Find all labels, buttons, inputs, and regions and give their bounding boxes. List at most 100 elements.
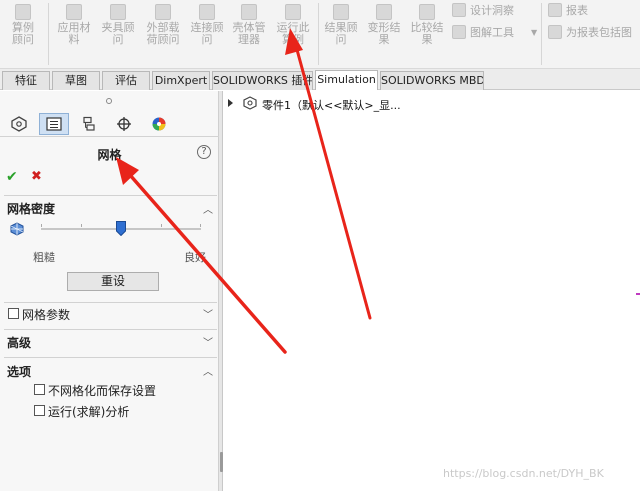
- run-analysis-label: 运行(求解)分析: [48, 405, 130, 419]
- fine-label: 良好: [184, 251, 206, 264]
- ribbon-separator: [48, 3, 49, 65]
- mesh-density-slider-thumb[interactable]: [116, 221, 126, 236]
- chevron-down-icon[interactable]: ﹀: [203, 306, 213, 321]
- mesh-density-header[interactable]: 网格密度: [7, 200, 55, 217]
- panel-header: [0, 91, 219, 111]
- command-ribbon: 算例顾问 应用材料 夹具顾问 外部载荷顾问 连接顾问 壳体管理器 运行此算例 结…: [0, 0, 640, 69]
- help-icon[interactable]: ?: [197, 145, 211, 159]
- cancel-x-icon[interactable]: ✖: [31, 169, 42, 184]
- tab-features[interactable]: 特征: [2, 71, 50, 90]
- external-loads-advisor-label: 外部载荷顾问: [146, 21, 180, 46]
- section-divider: [4, 195, 217, 196]
- ribbon-separator: [318, 3, 319, 65]
- external-loads-advisor-icon: [155, 4, 171, 20]
- shell-manager-icon: [241, 4, 257, 20]
- study-advisor-label: 算例顾问: [12, 21, 34, 46]
- run-analysis-checkbox[interactable]: [34, 405, 45, 416]
- ribbon-separator: [541, 3, 542, 65]
- save-without-meshing-checkbox[interactable]: [34, 384, 45, 395]
- design-insight-icon: [452, 3, 466, 17]
- coarse-label: 粗糙: [33, 251, 55, 264]
- feature-manager-tab[interactable]: [4, 113, 34, 135]
- run-study-label: 运行此算例: [276, 21, 310, 46]
- crosshair-icon: [117, 117, 131, 131]
- panel-pin-icon[interactable]: [106, 98, 112, 104]
- deformed-result-label: 变形结果: [367, 21, 401, 46]
- external-loads-advisor-button[interactable]: 外部载荷顾问: [142, 4, 184, 46]
- results-advisor-label: 结果顾问: [324, 21, 358, 46]
- fixtures-advisor-button[interactable]: 夹具顾问: [98, 4, 138, 46]
- include-image-label: 为报表包括图: [566, 26, 632, 39]
- advanced-header[interactable]: 高级: [7, 334, 31, 351]
- property-manager-tab[interactable]: [39, 113, 69, 135]
- report-button[interactable]: 报表: [548, 2, 588, 20]
- graphics-edge-marker: [636, 293, 640, 295]
- configuration-icon: [83, 116, 95, 131]
- slider-tick: [41, 224, 42, 227]
- mesh-property-manager: 网格 ? ✔ ✖ 网格密度 ︿ 粗糙 良好 重设 网格参数 ﹀ 高级 ﹀ 选项 …: [0, 91, 219, 491]
- compare-results-button[interactable]: 比较结果: [408, 4, 446, 46]
- mesh-params-label: 网格参数: [22, 308, 71, 322]
- section-divider: [4, 357, 217, 358]
- panel-splitter[interactable]: [219, 91, 223, 491]
- part-icon: [243, 96, 257, 110]
- color-wheel-icon: [152, 117, 166, 131]
- connections-advisor-label: 连接顾问: [190, 21, 224, 46]
- shell-manager-button[interactable]: 壳体管理器: [229, 4, 269, 46]
- study-advisor-icon: [15, 4, 31, 20]
- tab-evaluate[interactable]: 评估: [102, 71, 150, 90]
- report-icon: [548, 3, 562, 17]
- deformed-result-button[interactable]: 变形结果: [364, 4, 404, 46]
- plot-tools-icon: [452, 25, 466, 39]
- slider-tick: [161, 224, 162, 227]
- chevron-up-icon[interactable]: ︿: [203, 201, 213, 216]
- splitter-grip[interactable]: [220, 452, 223, 472]
- results-advisor-icon: [333, 4, 349, 20]
- command-manager-tabs: 特征 草图 评估 DimXpert SOLIDWORKS 插件 Simulati…: [0, 69, 640, 90]
- flyout-feature-tree: 零件1（默认<<默认>_显...: [224, 94, 634, 114]
- ok-checkmark-icon[interactable]: ✔: [6, 169, 18, 185]
- tab-solidworks-addins[interactable]: SOLIDWORKS 插件: [212, 71, 313, 90]
- apply-material-icon: [66, 4, 82, 20]
- results-advisor-button[interactable]: 结果顾问: [322, 4, 360, 46]
- section-divider: [4, 302, 217, 303]
- tab-dimxpert[interactable]: DimXpert: [152, 71, 210, 90]
- watermark: https://blog.csdn.net/DYH_BK: [443, 467, 604, 480]
- chevron-down-icon[interactable]: ﹀: [203, 334, 213, 349]
- tab-solidworks-mbd[interactable]: SOLIDWORKS MBD: [380, 71, 484, 90]
- expand-arrow-icon[interactable]: [228, 99, 233, 107]
- apply-material-button[interactable]: 应用材料: [54, 4, 94, 46]
- chevron-up-icon[interactable]: ︿: [203, 363, 213, 378]
- run-study-icon: [285, 4, 301, 20]
- page-title: 网格: [97, 148, 122, 162]
- plot-tools-button[interactable]: 图解工具: [452, 24, 514, 42]
- connections-advisor-button[interactable]: 连接顾问: [187, 4, 227, 46]
- dimxpert-manager-tab[interactable]: [109, 113, 139, 135]
- configuration-manager-tab[interactable]: [74, 113, 104, 135]
- deformed-result-icon: [376, 4, 392, 20]
- mesh-density-icon: [10, 222, 24, 236]
- run-study-button[interactable]: 运行此算例: [272, 4, 314, 46]
- reset-button[interactable]: 重设: [67, 272, 159, 291]
- include-image-icon: [548, 25, 562, 39]
- apply-material-label: 应用材料: [57, 21, 91, 46]
- fixtures-advisor-label: 夹具顾问: [101, 21, 135, 46]
- plot-tools-dropdown-icon[interactable]: ▼: [531, 28, 537, 37]
- tab-simulation[interactable]: Simulation: [315, 70, 378, 90]
- property-list-icon: [46, 117, 62, 131]
- mesh-params-checkbox[interactable]: [8, 308, 19, 319]
- plot-tools-label: 图解工具: [470, 26, 514, 39]
- slider-tick: [81, 224, 82, 227]
- study-advisor-button[interactable]: 算例顾问: [4, 4, 42, 46]
- section-divider: [4, 329, 217, 330]
- options-header[interactable]: 选项: [7, 363, 31, 380]
- feature-tree-icon: [11, 116, 27, 132]
- part-tree-item[interactable]: 零件1（默认<<默认>_显...: [262, 97, 401, 113]
- display-manager-tab[interactable]: [144, 113, 174, 135]
- tab-sketch[interactable]: 草图: [52, 71, 100, 90]
- slider-tick: [200, 224, 201, 227]
- include-image-button[interactable]: 为报表包括图: [548, 24, 632, 42]
- shell-manager-label: 壳体管理器: [232, 21, 266, 46]
- design-insight-label: 设计洞察: [470, 4, 514, 17]
- design-insight-button[interactable]: 设计洞察: [452, 2, 514, 20]
